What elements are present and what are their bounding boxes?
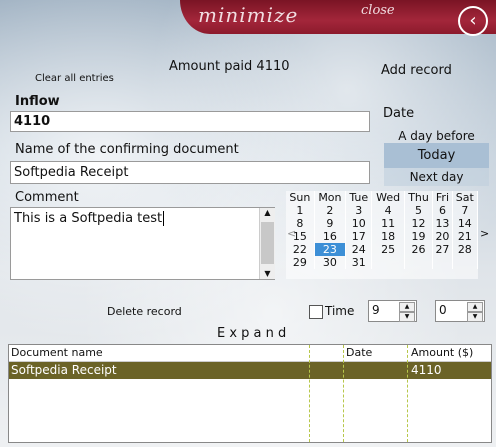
calendar-day[interactable]: 29 <box>286 256 315 269</box>
calendar-day[interactable]: 20 <box>432 230 453 243</box>
column-amount[interactable]: Amount ($) <box>411 346 473 359</box>
minimize-button[interactable]: minimize <box>198 3 298 27</box>
calendar-day[interactable]: 6 <box>432 204 453 217</box>
next-day-button[interactable]: Next day <box>384 168 489 186</box>
table-row[interactable]: Softpedia Receipt 4110 <box>9 362 491 379</box>
comment-scrollbar[interactable]: ▲ ▼ <box>259 208 275 279</box>
scroll-up-icon[interactable]: ▲ <box>260 208 275 217</box>
calendar-day[interactable]: 4 <box>371 204 405 217</box>
back-arrow-icon[interactable]: ‹ <box>458 6 488 36</box>
calendar-day[interactable]: 16 <box>314 230 347 243</box>
date-label: Date <box>383 106 415 121</box>
calendar-day[interactable]: 27 <box>432 243 453 256</box>
calendar-day[interactable]: 8 <box>286 217 315 230</box>
close-button[interactable]: close <box>361 3 395 18</box>
calendar: Sun Mon Tue Wed Thu Fri Sat 1 2 3 4 5 6 … <box>286 191 479 279</box>
column-document-name[interactable]: Document name <box>11 346 103 359</box>
comment-label: Comment <box>15 190 79 205</box>
hour-stepper[interactable]: 9 ▲ ▼ <box>368 300 417 322</box>
weekday-wed: Wed <box>371 191 405 204</box>
comment-textarea[interactable]: This is a Softpedia test <box>10 207 275 280</box>
minute-value: 0 <box>439 303 447 317</box>
calendar-day[interactable]: 21 <box>452 230 479 243</box>
calendar-day-selected[interactable]: 23 <box>314 243 347 256</box>
calendar-day[interactable] <box>452 256 479 269</box>
calendar-next-icon[interactable]: > <box>480 227 489 240</box>
calendar-day[interactable]: 17 <box>345 230 373 243</box>
scroll-thumb[interactable] <box>261 222 274 264</box>
today-button[interactable]: Today <box>384 143 489 168</box>
calendar-day[interactable]: 18 <box>371 230 405 243</box>
calendar-day[interactable]: 10 <box>345 217 373 230</box>
delete-record-button[interactable]: Delete record <box>107 305 182 318</box>
comment-text: This is a Softpedia test <box>14 211 163 226</box>
time-label: Time <box>325 304 355 318</box>
clear-all-entries-button[interactable]: Clear all entries <box>35 73 114 84</box>
column-date[interactable]: Date <box>346 346 372 359</box>
calendar-day[interactable]: 26 <box>404 243 434 256</box>
add-record-button[interactable]: Add record <box>381 63 452 78</box>
calendar-day[interactable] <box>404 256 434 269</box>
calendar-day[interactable]: 30 <box>314 256 347 269</box>
calendar-day[interactable]: 22 <box>286 243 315 256</box>
document-name-field[interactable]: Softpedia Receipt <box>10 161 370 184</box>
cell-amount: 4110 <box>411 363 442 377</box>
cell-document-name: Softpedia Receipt <box>11 363 117 377</box>
minute-stepper[interactable]: 0 ▲ ▼ <box>435 300 485 322</box>
calendar-day[interactable]: 5 <box>404 204 434 217</box>
calendar-day[interactable]: 3 <box>345 204 373 217</box>
inflow-label: Inflow <box>15 94 60 109</box>
inflow-field[interactable]: 4110 <box>10 111 370 132</box>
minute-down-icon[interactable]: ▼ <box>467 312 483 322</box>
calendar-day[interactable]: 15 <box>286 230 315 243</box>
calendar-day[interactable] <box>432 256 453 269</box>
calendar-day[interactable]: 25 <box>371 243 405 256</box>
amount-paid-text: Amount paid 4110 <box>169 59 290 74</box>
time-checkbox[interactable] <box>309 305 323 319</box>
weekday-mon: Mon <box>314 191 347 204</box>
calendar-day[interactable]: 7 <box>452 204 479 217</box>
records-grid[interactable]: Document name Date Amount ($) Softpedia … <box>8 344 492 443</box>
document-name-label: Name of the confirming document <box>15 142 239 157</box>
calendar-day[interactable]: 14 <box>452 217 479 230</box>
calendar-day[interactable]: 28 <box>452 243 479 256</box>
calendar-day[interactable] <box>371 256 405 269</box>
weekday-sat: Sat <box>452 191 479 204</box>
calendar-day[interactable]: 9 <box>314 217 347 230</box>
scroll-down-icon[interactable]: ▼ <box>260 269 275 278</box>
calendar-day[interactable]: 19 <box>404 230 434 243</box>
hour-value: 9 <box>372 303 380 317</box>
expand-button[interactable]: E x p a n d <box>217 326 286 341</box>
calendar-day[interactable]: 11 <box>371 217 405 230</box>
minute-up-icon[interactable]: ▲ <box>467 302 483 312</box>
weekday-sun: Sun <box>286 191 315 204</box>
hour-down-icon[interactable]: ▼ <box>399 312 415 322</box>
weekday-fri: Fri <box>432 191 453 204</box>
grid-divider <box>407 345 408 442</box>
weekday-tue: Tue <box>345 191 373 204</box>
calendar-day[interactable]: 2 <box>314 204 347 217</box>
calendar-day[interactable]: 1 <box>286 204 315 217</box>
grid-header: Document name Date Amount ($) <box>9 345 491 362</box>
calendar-day[interactable]: 31 <box>345 256 373 269</box>
hour-up-icon[interactable]: ▲ <box>399 302 415 312</box>
grid-divider <box>343 345 344 442</box>
calendar-day[interactable]: 13 <box>432 217 453 230</box>
calendar-day[interactable]: 24 <box>345 243 373 256</box>
calendar-day[interactable]: 12 <box>404 217 434 230</box>
grid-divider <box>309 345 310 442</box>
weekday-thu: Thu <box>404 191 434 204</box>
